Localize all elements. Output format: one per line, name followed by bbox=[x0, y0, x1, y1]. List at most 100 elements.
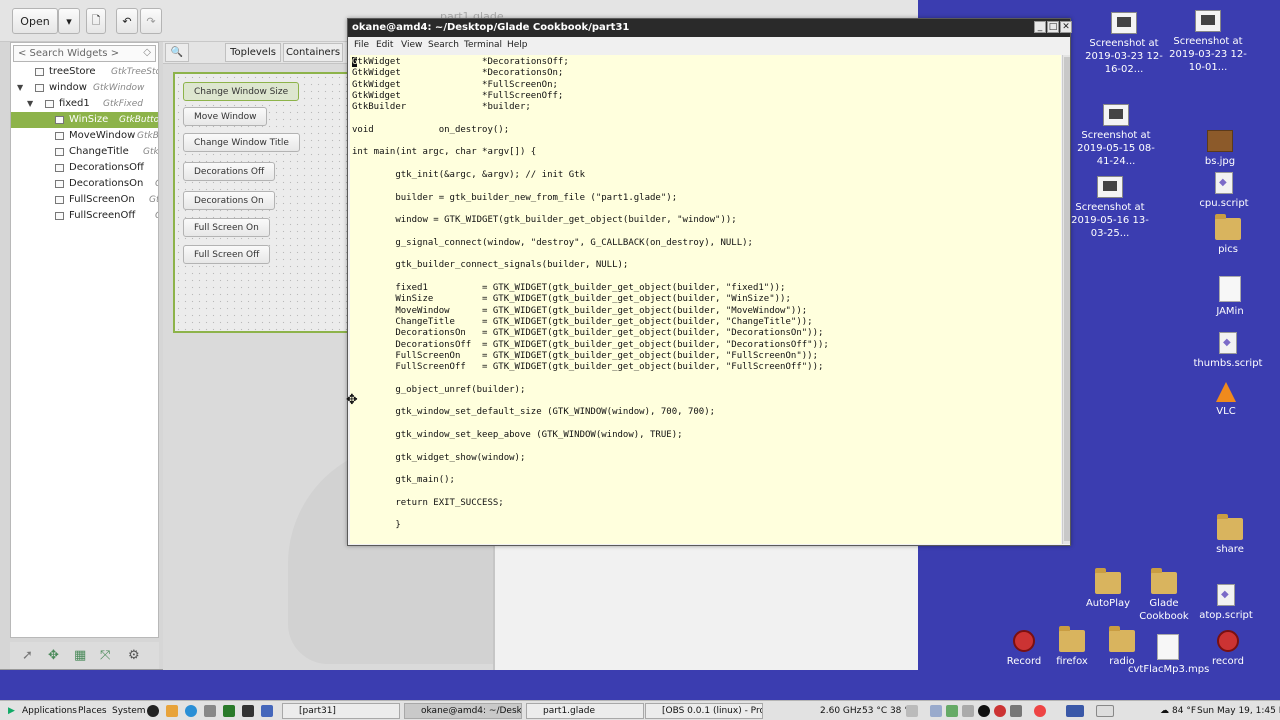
clock[interactable]: Sun May 19, 1:45 PM bbox=[1197, 701, 1280, 720]
desktop-icon[interactable]: Screenshot at 2019-05-16 13-03-25... bbox=[1070, 176, 1150, 240]
text-cursor: G bbox=[352, 57, 358, 67]
window-design-area[interactable]: Change Window Size Move Window Change Wind… bbox=[173, 72, 349, 333]
terminal-line: GtkWidget *FullScreenOn; bbox=[352, 79, 558, 90]
transfer-icon[interactable] bbox=[946, 705, 958, 717]
drag-resize-icon[interactable]: ✥ bbox=[48, 648, 59, 663]
record-tray-icon[interactable] bbox=[994, 705, 1006, 717]
tree-row-fixed1[interactable]: ▼ fixed1 GtkFixed bbox=[11, 96, 158, 112]
network-icon[interactable] bbox=[930, 705, 942, 717]
shot-icon bbox=[1111, 12, 1137, 34]
terminal-launcher-icon[interactable] bbox=[242, 705, 254, 717]
desktop-icon[interactable]: thumbs.script bbox=[1188, 332, 1268, 370]
expander-icon[interactable]: ▼ bbox=[17, 80, 23, 96]
search-widgets-input[interactable]: < Search Widgets > ◇ bbox=[13, 45, 156, 62]
design-button[interactable]: Full Screen On bbox=[183, 218, 270, 237]
scrollbar-thumb[interactable] bbox=[1064, 57, 1070, 541]
tree-row-movewindow[interactable]: MoveWindowGtkBu... bbox=[11, 128, 158, 144]
tree-row-window[interactable]: ▼ window GtkWindow bbox=[11, 80, 158, 96]
margin-icon[interactable]: ▦ bbox=[74, 648, 86, 663]
tree-row-treestore[interactable]: treeStore GtkTreeStore bbox=[11, 64, 158, 80]
open-button[interactable]: Open bbox=[12, 8, 58, 34]
desktop-icon[interactable]: pics bbox=[1188, 214, 1268, 256]
tree-row-decorationson[interactable]: DecorationsOn Gtk... bbox=[11, 176, 158, 192]
lock-launcher-icon[interactable] bbox=[204, 705, 216, 717]
desktop-icon[interactable]: atop.script bbox=[1186, 584, 1266, 622]
terminal-titlebar[interactable]: okane@amd4: ~/Desktop/Glade Cookbook/par… bbox=[348, 19, 1070, 37]
palette-search-button[interactable]: 🔍 bbox=[165, 43, 189, 62]
desktop-icon-label: VLC bbox=[1216, 406, 1236, 417]
desktop-icon[interactable]: Screenshot at 2019-05-15 08-41-24... bbox=[1076, 104, 1156, 168]
obs-tray-icon[interactable] bbox=[978, 705, 990, 717]
launcher-icon[interactable] bbox=[147, 705, 159, 717]
minimize-button[interactable]: _ bbox=[1034, 21, 1046, 33]
design-button[interactable]: Move Window bbox=[183, 107, 268, 126]
tree-row-type: GtkBu... bbox=[155, 208, 158, 224]
desktop-icon-label: record bbox=[1212, 656, 1244, 667]
tree-row-fullscreenoff[interactable]: FullScreenOff GtkBu... bbox=[11, 208, 158, 224]
settings-icon[interactable]: ⚙ bbox=[128, 648, 140, 663]
tree-row-decorationsoff[interactable]: DecorationsOffGtk... bbox=[11, 160, 158, 176]
system-menu[interactable]: System bbox=[112, 701, 146, 720]
tree-row-changetitle[interactable]: ChangeTitle GtkButt... bbox=[11, 144, 158, 160]
menu-edit[interactable]: Edit bbox=[376, 40, 393, 50]
tab-containers[interactable]: Containers bbox=[283, 43, 343, 62]
widget-icon bbox=[55, 212, 64, 220]
terminal-line: fixed1 = GTK_WIDGET(gtk_builder_get_obje… bbox=[352, 283, 786, 293]
applications-menu[interactable]: Applications bbox=[22, 701, 77, 720]
file-icon bbox=[1157, 634, 1179, 660]
monitor-launcher-icon[interactable] bbox=[223, 705, 235, 717]
desktop-icon[interactable]: record bbox=[1188, 630, 1268, 668]
terminal-scrollbar[interactable] bbox=[1062, 55, 1070, 544]
volume-icon[interactable] bbox=[1010, 705, 1022, 717]
new-file-button[interactable]: 🗋 bbox=[86, 8, 106, 34]
widget-icon bbox=[35, 84, 44, 92]
tree-row-fullscreenon[interactable]: FullScreenOn GtkBu... bbox=[11, 192, 158, 208]
chrome-launcher-icon[interactable] bbox=[185, 705, 197, 717]
desktop-icon[interactable]: cpu.script bbox=[1184, 172, 1264, 210]
taskbar-task[interactable]: part1.glade bbox=[526, 703, 644, 719]
maximize-button[interactable]: □ bbox=[1047, 21, 1059, 33]
undo-button[interactable]: ↶ bbox=[116, 8, 138, 34]
terminal-line: WinSize = GTK_WIDGET(gtk_builder_get_obj… bbox=[352, 294, 791, 305]
pointer-icon[interactable]: ➚ bbox=[22, 648, 33, 663]
menu-view[interactable]: View bbox=[401, 40, 422, 50]
desktop-icon[interactable]: Screenshot at 2019-03-23 12-10-01... bbox=[1168, 10, 1248, 74]
close-button[interactable]: ✕ bbox=[1060, 21, 1072, 33]
shot-icon bbox=[1097, 176, 1123, 198]
chrome-tray-icon[interactable] bbox=[1034, 705, 1046, 717]
menu-search[interactable]: Search bbox=[428, 40, 459, 50]
menu-file[interactable]: File bbox=[354, 40, 369, 50]
align-icon[interactable]: ⤧ bbox=[100, 648, 110, 663]
terminal-text[interactable]: GtkWidget *DecorationsOff; GtkWidget *Dec… bbox=[350, 55, 1061, 544]
design-button[interactable]: Decorations On bbox=[183, 191, 275, 210]
desktop-icon[interactable]: share bbox=[1190, 514, 1270, 556]
design-button[interactable]: Change Window Title bbox=[183, 133, 300, 152]
workspace-2-icon[interactable] bbox=[1096, 705, 1114, 717]
desktop-icon[interactable]: VLC bbox=[1186, 382, 1266, 418]
desktop-icon[interactable]: bs.jpg bbox=[1180, 130, 1260, 168]
open-dropdown-button[interactable]: ▾ bbox=[58, 8, 80, 34]
taskbar-task[interactable]: okane@amd4: ~/Deskt... bbox=[404, 703, 522, 719]
terminal-line: builder = gtk_builder_new_from_file ("pa… bbox=[352, 192, 678, 203]
design-button[interactable]: Full Screen Off bbox=[183, 245, 271, 264]
redo-button[interactable]: ↷ bbox=[140, 8, 162, 34]
workspace-1-icon[interactable] bbox=[1066, 705, 1084, 717]
terminal-line: gtk_builder_connect_signals(builder, NUL… bbox=[352, 260, 629, 271]
places-menu[interactable]: Places bbox=[78, 701, 107, 720]
taskbar: ▶ Applications Places System [part31] oka… bbox=[0, 700, 1280, 720]
menu-terminal[interactable]: Terminal bbox=[464, 40, 502, 50]
design-button[interactable]: Change Window Size bbox=[183, 82, 300, 101]
clipboard-icon[interactable] bbox=[962, 705, 974, 717]
taskbar-task[interactable]: [part31] bbox=[282, 703, 400, 719]
design-button[interactable]: Decorations Off bbox=[183, 162, 276, 181]
tab-toplevels[interactable]: Toplevels bbox=[225, 43, 281, 62]
menu-help[interactable]: Help bbox=[507, 40, 528, 50]
clear-icon[interactable]: ◇ bbox=[143, 47, 151, 58]
desktop-icon[interactable]: Screenshot at 2019-03-23 12-16-02... bbox=[1084, 12, 1164, 76]
editor-launcher-icon[interactable] bbox=[166, 705, 178, 717]
tree-row-winsize[interactable]: WinSize GtkButton bbox=[11, 112, 158, 128]
expander-icon[interactable]: ▼ bbox=[27, 96, 33, 112]
desktop-icon[interactable]: JAMin bbox=[1190, 276, 1270, 318]
shield-launcher-icon[interactable] bbox=[261, 705, 273, 717]
taskbar-task[interactable]: [OBS 0.0.1 (linux) - Profi... bbox=[645, 703, 763, 719]
